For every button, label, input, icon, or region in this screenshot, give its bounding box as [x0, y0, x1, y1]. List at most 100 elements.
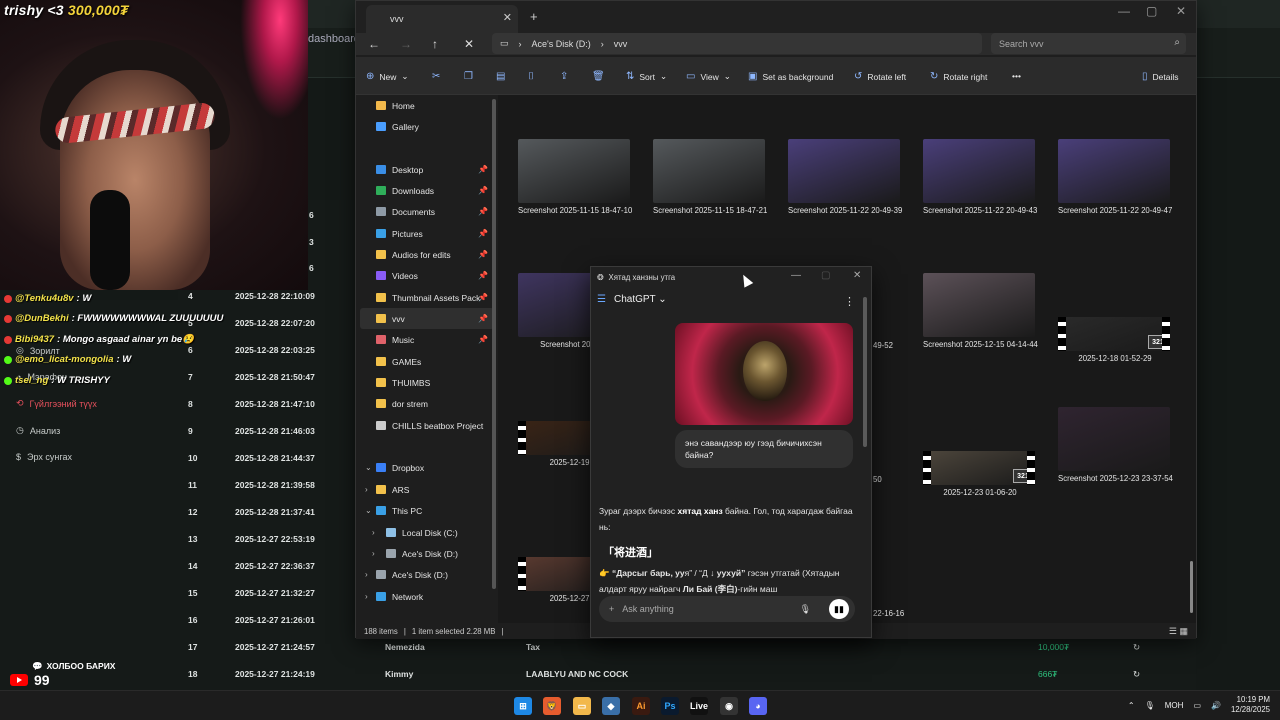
close-icon[interactable]: ✕ [853, 270, 861, 281]
model-selector[interactable]: ChatGPT ⌄ [614, 294, 667, 305]
clock[interactable]: 10:19 PM 12/28/2025 [1231, 695, 1270, 715]
new-button[interactable]: ⊕ New ⌄ [366, 71, 409, 82]
nav-item[interactable]: › Ace's Disk (D:) [360, 543, 494, 564]
details-button[interactable]: ▯ Details [1142, 71, 1179, 82]
nav-item[interactable]: Desktop 📌 [360, 159, 494, 180]
nav-item[interactable]: THUIMBS [360, 372, 494, 393]
file-thumbnail[interactable]: 321 2025-12-18 01-52-29 [1058, 303, 1172, 363]
delete-button[interactable]: 🗑 [592, 71, 605, 82]
share-button[interactable]: ⇪ [560, 71, 568, 82]
refresh-icon[interactable]: ↻ [1133, 642, 1140, 653]
maximize-icon[interactable]: ▢ [1146, 4, 1157, 18]
expand-chevron-icon[interactable]: ⌄ [365, 506, 372, 515]
file-thumbnail[interactable]: Screenshot 2025-11-15 18-47-10 [518, 139, 632, 215]
file-thumbnail[interactable]: Screenshot 2025-11-22 20-49-39 [788, 139, 902, 215]
nav-item[interactable]: Documents 📌 [360, 201, 494, 222]
nav-item[interactable]: › Ace's Disk (D:) [360, 564, 494, 585]
close-icon[interactable]: ✕ [1176, 4, 1186, 18]
rotate-left-button[interactable]: ↺ Rotate left [854, 71, 906, 82]
paste-button[interactable]: ▤ [496, 71, 505, 82]
voice-mode-icon[interactable]: ▮▮ [829, 599, 849, 619]
obs-icon[interactable]: ◉ [720, 697, 738, 715]
sidebar-item[interactable]: $ Эрх сунгах [16, 452, 72, 462]
more-button[interactable]: ••• [1012, 71, 1021, 81]
chat-scrollbar[interactable] [863, 297, 867, 447]
explorer-tab[interactable]: vvv ✕ [366, 5, 518, 33]
nav-item[interactable]: Pictures 📌 [360, 223, 494, 244]
nav-item[interactable]: CHILLS beatbox Project [360, 415, 494, 436]
chevron-up-icon[interactable]: ⌃ [1128, 701, 1135, 710]
close-tab-icon[interactable]: ✕ [503, 11, 512, 24]
file-thumbnail[interactable]: Screenshot 2025-11-22 20-49-47 [1058, 139, 1172, 215]
volume-icon[interactable]: 🔊 [1211, 701, 1221, 710]
file-thumbnail[interactable]: Screenshot 2025-11-22 20-49-43 [923, 139, 1037, 215]
nav-item[interactable]: dor strem [360, 393, 494, 414]
sidebar-item[interactable]: ⟲ Гүйлгээний түүх [16, 398, 97, 409]
illustrator-icon[interactable]: Ai [632, 697, 650, 715]
expand-chevron-icon[interactable]: › [372, 549, 375, 558]
expand-chevron-icon[interactable]: › [365, 485, 368, 494]
microphone-icon[interactable]: 🎙 [1145, 701, 1155, 710]
file-explorer-icon[interactable]: ▭ [573, 697, 591, 715]
content-scrollbar[interactable] [1190, 561, 1193, 613]
nav-item[interactable]: GAMEs [360, 351, 494, 372]
network-icon[interactable]: ▭ [1193, 701, 1201, 710]
table-row[interactable]: 18 2025-12-27 21:24:19 Kimmy LAABLYU AND NC… [178, 660, 1178, 687]
cut-button[interactable]: ✂ [432, 71, 440, 82]
sidebar-item[interactable]: ◷ Анализ [16, 425, 60, 436]
stop-icon[interactable]: ✕ [464, 37, 474, 51]
rotate-right-button[interactable]: ↻ Rotate right [930, 71, 987, 82]
search-icon[interactable]: ⌕ [1174, 37, 1180, 48]
nav-item[interactable]: ⌄ This PC [360, 500, 494, 521]
nav-item[interactable]: Audios for edits 📌 [360, 244, 494, 265]
copy-button[interactable]: ❐ [464, 71, 473, 82]
file-thumbnail[interactable]: Screenshot 2025-12-23 23-37-54 [1058, 407, 1173, 483]
minimize-icon[interactable]: — [791, 270, 801, 281]
plus-icon[interactable]: + [609, 604, 614, 614]
nav-scrollbar[interactable] [492, 99, 496, 589]
more-options-icon[interactable]: ⋮ [844, 295, 855, 308]
uploaded-image[interactable] [675, 323, 853, 425]
view-toggle-icons[interactable]: ☰ ▦ [1169, 626, 1188, 637]
nav-item[interactable]: › ARS [360, 479, 494, 500]
new-tab-button[interactable]: + [530, 9, 538, 24]
forward-icon[interactable]: → [400, 37, 412, 51]
expand-chevron-icon[interactable]: › [365, 570, 368, 579]
discord-icon[interactable]: ◕ [749, 697, 767, 715]
file-thumbnail[interactable]: Screenshot 2025-11-15 18-47-21 [653, 139, 767, 215]
live-app-icon[interactable]: Live [690, 697, 708, 715]
nav-item[interactable]: Thumbnail Assets Pack 📌 [360, 287, 494, 308]
back-icon[interactable]: ← [368, 37, 380, 51]
nav-item[interactable]: Home [360, 95, 494, 116]
nav-item[interactable]: Music 📌 [360, 329, 494, 350]
expand-chevron-icon[interactable]: ⌄ [365, 463, 372, 472]
breadcrumb-folder[interactable]: vvv [614, 39, 628, 49]
search-input[interactable]: Search vvv ⌕ [991, 33, 1186, 54]
file-thumbnail[interactable]: 321 2025-12-23 01-06-20 [923, 437, 1037, 497]
breadcrumb-drive[interactable]: Ace's Disk (D:) [532, 39, 591, 49]
nav-item[interactable]: › Network [360, 586, 494, 607]
sidebar-toggle-icon[interactable]: ☰ [597, 294, 606, 305]
refresh-icon[interactable]: ↻ [1133, 669, 1140, 680]
expand-chevron-icon[interactable]: › [372, 528, 375, 537]
set-background-button[interactable]: ▣ Set as background [748, 71, 833, 82]
expand-chevron-icon[interactable]: › [365, 592, 368, 601]
scroll-down-icon[interactable]: ↓ [710, 568, 714, 578]
chat-input[interactable]: + Ask anything 🎙 ▮▮ [599, 596, 855, 622]
nav-item[interactable]: Videos 📌 [360, 265, 494, 286]
view-button[interactable]: ▭ View ⌄ [686, 71, 731, 82]
rename-button[interactable]: ⌷ [528, 71, 534, 82]
nav-item[interactable]: ⌄ Dropbox [360, 457, 494, 478]
maximize-icon[interactable]: ▢ [821, 270, 830, 281]
file-thumbnail[interactable]: Screenshot 2025-12-15 04-14-44 [923, 273, 1038, 349]
photoshop-icon[interactable]: Ps [661, 697, 679, 715]
nav-item[interactable]: vvv 📌 [360, 308, 494, 329]
brave-browser-icon[interactable]: 🦁 [543, 697, 561, 715]
microphone-icon[interactable]: 🎙 [800, 604, 811, 615]
address-bar[interactable]: ▭ › Ace's Disk (D:) › vvv [492, 33, 982, 54]
sort-button[interactable]: ⇅ Sort ⌄ [626, 71, 667, 82]
nav-item[interactable]: Gallery [360, 116, 494, 137]
language-indicator[interactable]: МОН [1165, 701, 1184, 710]
app-icon[interactable]: ◆ [602, 697, 620, 715]
nav-item[interactable]: Downloads 📌 [360, 180, 494, 201]
